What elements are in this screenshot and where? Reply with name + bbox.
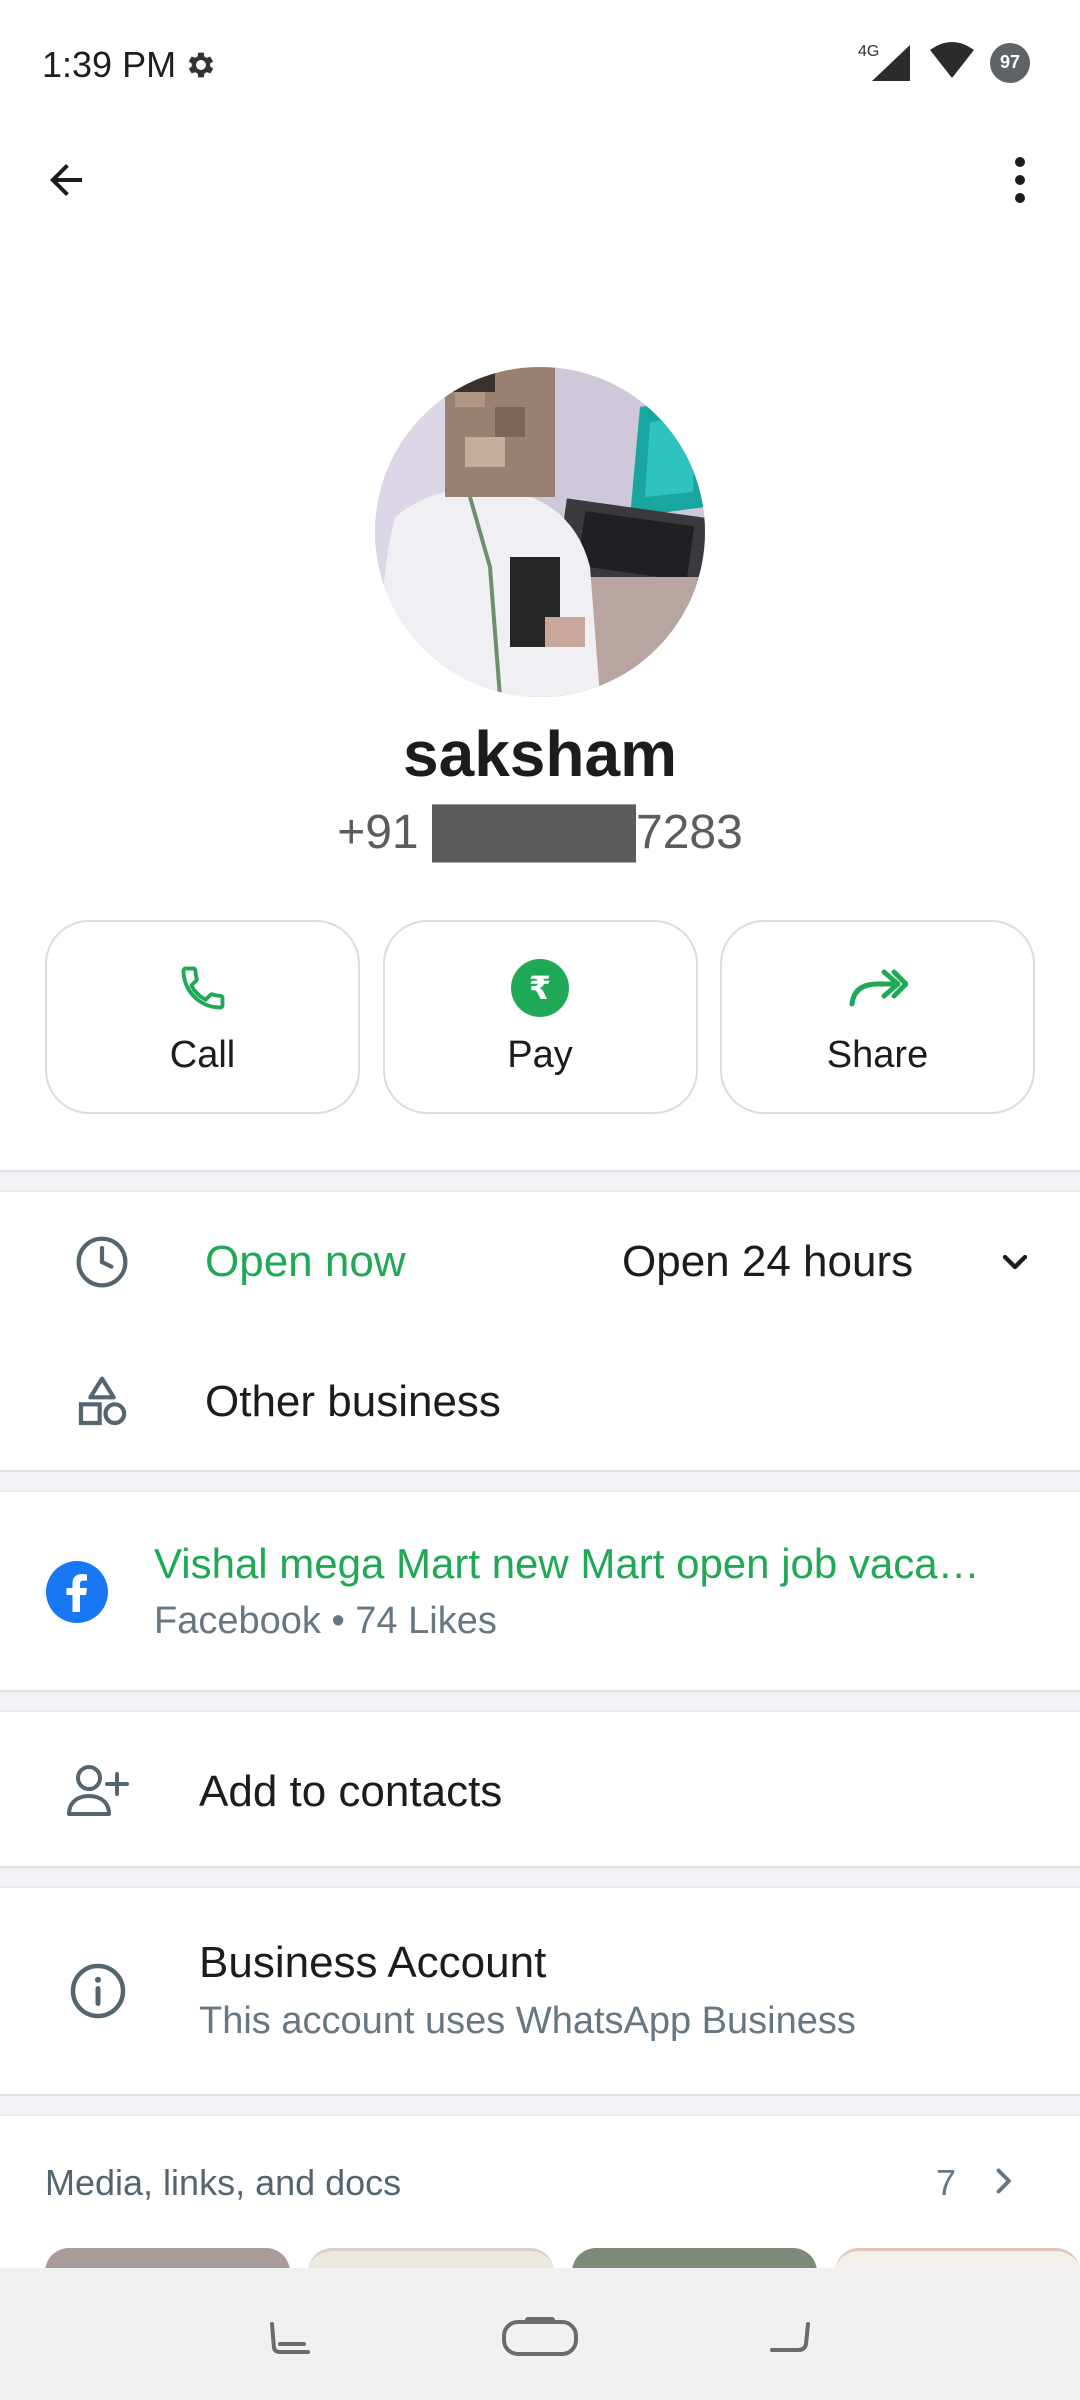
status-icons: 4G 97 [858, 40, 1030, 85]
add-to-contacts-row[interactable]: Add to contacts [0, 1712, 1080, 1868]
business-account-subtitle: This account uses WhatsApp Business [199, 2000, 856, 2042]
business-hours-row[interactable]: Open now Open 24 hours [0, 1192, 1080, 1332]
home-icon [502, 2317, 578, 2356]
media-thumbnail[interactable] [45, 2248, 291, 2270]
quick-actions: Call ₹ Pay Share [45, 920, 1035, 1114]
status-bar: 1:39 PM 4G 97 [0, 0, 1080, 130]
add-person-icon [62, 1755, 132, 1825]
media-thumbnail[interactable] [308, 2248, 554, 2270]
back-button[interactable] [36, 150, 96, 210]
facebook-icon [42, 1557, 112, 1627]
section-divider [0, 2094, 1080, 2116]
app-bar [0, 140, 1080, 220]
call-label: Call [169, 1033, 236, 1076]
facebook-page-title: Vishal mega Mart new Mart open job vaca… [154, 1540, 980, 1587]
business-category-row: Other business [0, 1332, 1080, 1472]
back-nav-button[interactable] [750, 2308, 830, 2368]
rupee-icon: ₹ [510, 958, 570, 1018]
phone-icon [173, 958, 233, 1018]
home-nav-button[interactable] [500, 2308, 580, 2368]
contact-phone: +91 ██████7283 [337, 806, 743, 859]
more-options-button[interactable] [990, 150, 1050, 210]
svg-text:₹: ₹ [529, 969, 551, 1007]
pay-button[interactable]: ₹ Pay [382, 920, 698, 1114]
settings-gear-icon [184, 48, 218, 82]
section-divider [0, 1866, 1080, 1888]
network-type: 4G [858, 42, 880, 60]
share-forward-icon [848, 958, 908, 1018]
more-vert-icon [1015, 157, 1025, 203]
wifi-icon [928, 40, 976, 85]
recents-icon [270, 2322, 310, 2354]
section-divider [0, 1690, 1080, 1712]
recents-nav-button[interactable] [250, 2308, 330, 2368]
profile-photo[interactable] [375, 367, 705, 697]
facebook-page-subtitle: Facebook • 74 Likes [154, 1600, 497, 1642]
add-to-contacts-label: Add to contacts [199, 1767, 503, 1816]
pay-label: Pay [507, 1033, 573, 1076]
section-divider [0, 1470, 1080, 1492]
section-divider [0, 1170, 1080, 1192]
business-account-title: Business Account [199, 1938, 547, 1987]
contact-name: saksham [403, 718, 677, 790]
business-account-row[interactable]: Business Account This account uses Whats… [0, 1888, 1080, 2096]
chevron-down-icon[interactable] [980, 1227, 1050, 1297]
call-button[interactable]: Call [45, 920, 360, 1114]
media-section-title: Media, links, and docs [45, 2162, 402, 2203]
back-arrow-icon [50, 164, 82, 196]
system-navigation-bar [0, 2268, 1080, 2400]
media-thumbnails [45, 2248, 1080, 2270]
share-button[interactable]: Share [720, 920, 1035, 1114]
info-icon [63, 1956, 133, 2026]
cell-signal-icon: 4G [858, 41, 914, 85]
share-label: Share [826, 1033, 929, 1076]
media-thumbnail[interactable] [834, 2248, 1080, 2270]
shapes-icon [67, 1367, 137, 1437]
category-label: Other business [205, 1377, 501, 1426]
facebook-link-row[interactable]: Vishal mega Mart new Mart open job vaca…… [0, 1492, 1080, 1692]
clock-icon [67, 1227, 137, 1297]
status-time: 1:39 PM [42, 44, 177, 85]
media-count: 7 [936, 2162, 957, 2203]
battery-icon: 97 [990, 42, 1030, 83]
back-gesture-icon [770, 2322, 810, 2352]
hours-detail: Open 24 hours [622, 1237, 914, 1286]
media-links-docs-row[interactable]: Media, links, and docs 7 [0, 2116, 1080, 2246]
open-status: Open now [205, 1237, 406, 1286]
media-thumbnail[interactable] [571, 2248, 817, 2270]
chevron-right-icon[interactable] [968, 2146, 1038, 2216]
